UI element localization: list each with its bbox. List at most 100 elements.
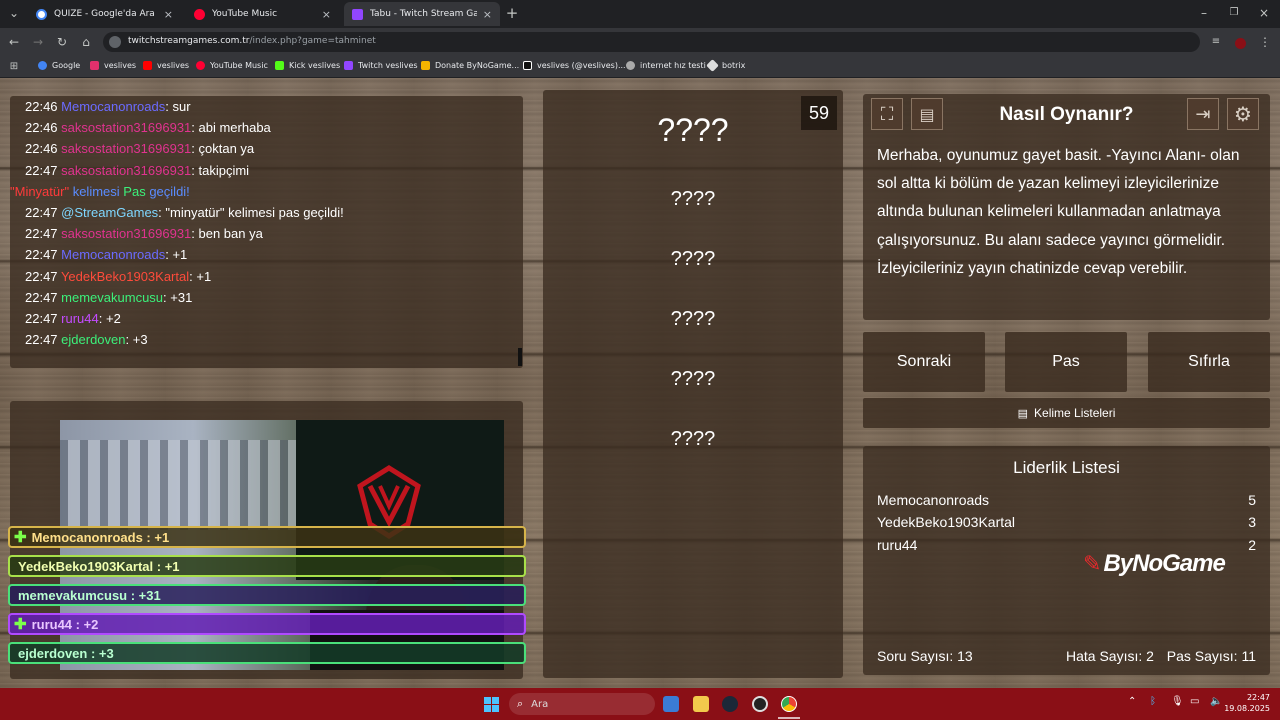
chat-text: : +1 [165,247,188,263]
microphone-icon[interactable]: 🎙 [1171,696,1184,707]
botrix-icon [706,59,719,72]
chat-user: memevakumcusu [61,289,164,305]
speedometer-icon [626,61,635,70]
twitch-icon [344,61,353,70]
windows-start-icon[interactable] [484,697,499,712]
close-tab-icon[interactable]: × [322,8,331,21]
google-icon [36,8,47,20]
leaderboard-name: YedekBeko1903Kartal [877,514,1016,530]
chat-time: 22:47 [25,226,58,242]
chat-user: Memocanonroads [61,99,166,114]
overlay-score-text: ejderdoven : +3 [18,645,114,661]
tab-search-chevron-icon[interactable]: ⌄ [6,5,22,21]
reset-button[interactable]: Sıfırla [1148,332,1270,392]
menu-kebab-icon[interactable]: ⋮ [1257,34,1273,50]
close-tab-icon[interactable]: × [164,8,173,21]
next-button[interactable]: Sonraki [863,332,985,392]
bookmark-label: botrix [722,61,746,70]
bookmark-tiktok[interactable]: veslives (@veslives)... [523,61,626,70]
bookmark-twitch[interactable]: Twitch veslives [344,61,418,70]
overlay-score-text: memevakumcusu : +31 [18,587,161,603]
chat-text: : ben ban ya [191,226,263,242]
chat-text: : +1 [189,268,212,284]
tab-google-search[interactable]: QUİZE - Google'da Ara × [28,2,181,26]
bynogame-logo: ✎ ByNoGame [1083,550,1226,578]
volume-icon[interactable]: 🔈 [1210,696,1222,707]
tab-strip: ⌄ QUİZE - Google'da Ara × YouTube Music … [0,0,1280,28]
apps-grid-icon[interactable]: ⊞ [6,59,22,75]
gear-icon[interactable]: ⚙ [1227,98,1259,130]
site-info-icon[interactable] [109,36,121,48]
bookmark-donate[interactable]: Donate ByNoGame... [421,61,519,70]
chrome-icon[interactable] [781,696,797,712]
chat-scrollbar[interactable] [518,348,522,366]
overlay-score-text: YedekBeko1903Kartal : +1 [18,558,180,574]
feather-icon: ✎ [1083,551,1102,577]
twitch-icon [352,8,363,20]
steam-icon[interactable] [722,696,738,712]
system-text: kelimesi [72,183,120,199]
chat-text: : +31 [163,289,193,305]
system-word: "Minyatür" [10,183,70,199]
chat-time: 22:46 [25,141,58,157]
tray-overflow-icon[interactable]: ⌃ [1128,696,1136,707]
leaderboard-score: 5 [1248,492,1256,508]
home-icon[interactable]: ⌂ [78,34,94,50]
url-path: /index.php?game=tahminet [249,36,376,46]
forbidden-word: ???? [670,368,716,390]
new-tab-icon[interactable]: + [504,5,520,21]
file-explorer-icon[interactable] [693,696,709,712]
chat-message: 22:47 memevakumcusu: +31 [25,287,520,308]
google-icon [38,61,47,70]
bookmark-youtube[interactable]: veslives [143,61,189,70]
overlay-score-row: ✚ ruru44 : +2 [8,613,526,635]
leaderboard-row: YedekBeko1903Kartal 3 [877,514,1256,530]
search-label: Ara [531,698,549,710]
taskbar-search[interactable]: ⌕ Ara [509,693,655,715]
bookmark-youtube-music[interactable]: YouTube Music [196,61,268,70]
chat-panel: 22:46 Memocanonroads: sur 22:46 saksosta… [10,96,523,368]
word-lists-button[interactable]: ▤ Kelime Listeleri [863,398,1270,428]
clock[interactable]: 22:47 19.08.2025 [1222,692,1270,714]
overlay-score-row: memevakumcusu : +31 [8,584,526,606]
bookmark-instagram[interactable]: veslives [90,61,136,70]
chat-time: 22:47 [25,289,58,305]
media-control-icon[interactable]: ≡ [1208,34,1224,50]
bookmark-speedtest[interactable]: internet hız testi [626,61,706,70]
forward-icon[interactable]: → [30,34,46,50]
chat-user: saksostation31696931 [61,141,192,157]
chat-text: : sur [165,99,191,114]
reload-icon[interactable]: ↻ [54,34,70,50]
list-icon: ▤ [1017,407,1029,420]
obs-icon[interactable] [752,696,768,712]
bookmark-botrix[interactable]: botrix [706,59,746,72]
chat-time: 22:47 [25,162,58,178]
close-tab-icon[interactable]: × [483,8,492,21]
url-text: twitchstreamgames.com.tr/index.php?game=… [128,36,376,46]
overlay-score-row: ejderdoven : +3 [8,642,526,664]
back-icon[interactable]: ← [6,34,22,50]
address-bar[interactable]: twitchstreamgames.com.tr/index.php?game=… [103,32,1200,52]
chat-time: 22:47 [25,310,58,326]
tiktok-icon [523,61,532,70]
monitor-icon[interactable]: ▭ [1190,696,1199,707]
tab-tabu-game[interactable]: Tabu - Twitch Stream Game × [344,2,500,26]
close-window-icon[interactable]: × [1256,5,1272,21]
pass-button[interactable]: Pas [1005,332,1127,392]
bookmarks-bar: ⊞ Google veslives veslives YouTube Music… [0,56,1280,78]
photos-icon[interactable] [663,696,679,712]
bookmark-kick[interactable]: Kick veslives [275,61,340,70]
chat-text: : +3 [125,332,148,348]
tab-youtube-music[interactable]: YouTube Music × [186,2,339,26]
restore-icon[interactable]: ❐ [1226,5,1242,21]
bookmark-label: YouTube Music [210,61,268,70]
chat-user: saksostation31696931 [61,120,192,136]
bookmark-label: veslives (@veslives)... [537,61,626,70]
bluetooth-icon[interactable]: ᛒ [1150,696,1156,707]
minimize-icon[interactable]: – [1196,5,1212,21]
logout-icon[interactable]: ⇥ [1187,98,1219,130]
profile-avatar[interactable] [1235,38,1246,49]
chat-user: ruru44 [61,310,99,326]
chat-time: 22:47 [25,332,58,348]
bookmark-google[interactable]: Google [38,61,80,70]
